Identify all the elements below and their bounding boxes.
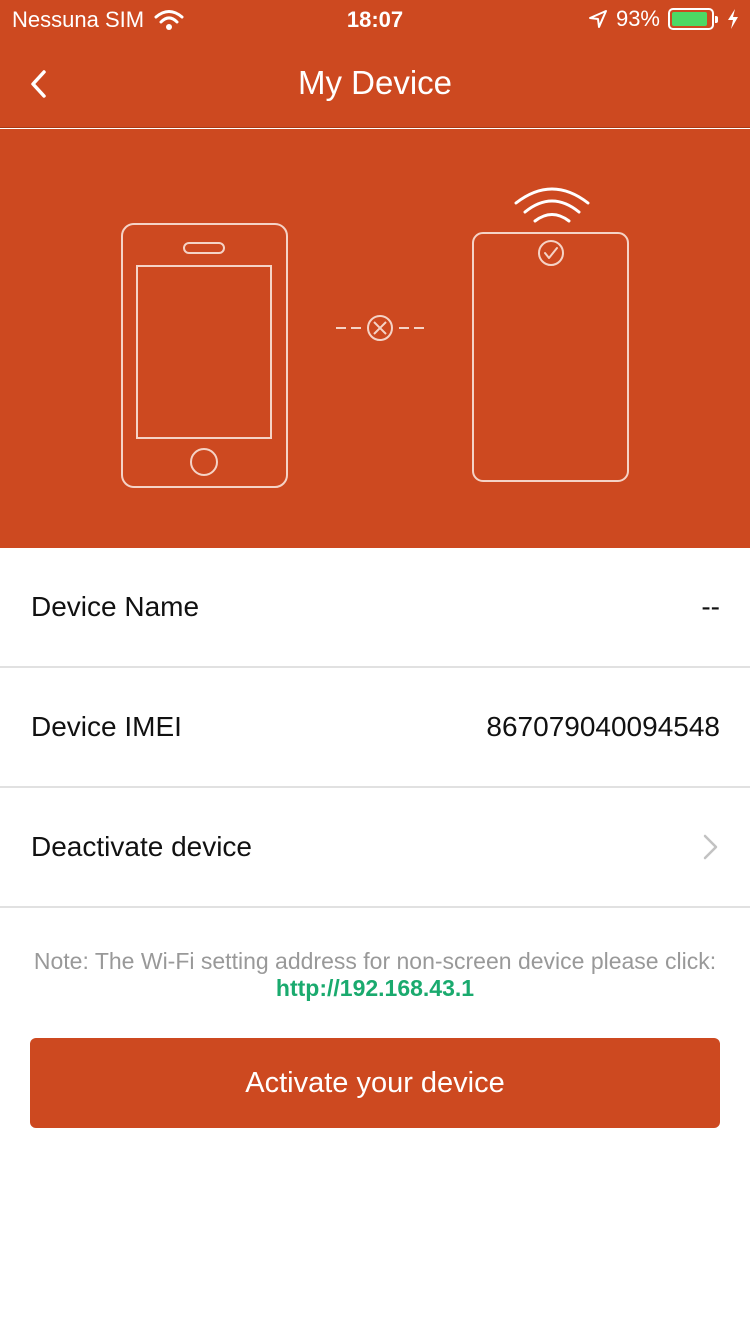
battery-level-fill — [672, 12, 708, 26]
device-imei-label: Device IMEI — [31, 711, 182, 742]
wifi-signal-icon — [514, 187, 590, 223]
location-arrow-icon — [588, 10, 607, 28]
device-name-row: Device Name -- — [0, 548, 750, 668]
check-circle-icon — [538, 240, 564, 266]
device-name-value: -- — [701, 591, 720, 622]
phone-icon — [121, 223, 288, 488]
navigation-bar: My Device — [0, 40, 750, 128]
status-bar: Nessuna SIM 18:07 93% — [0, 0, 750, 40]
device-imei-value: 867079040094548 — [486, 711, 720, 742]
activate-device-button[interactable]: Activate your device — [30, 1038, 720, 1128]
battery-icon — [668, 8, 718, 30]
status-right-group: 93% — [588, 6, 740, 32]
wifi-setting-link[interactable]: http://192.168.43.1 — [276, 975, 474, 1001]
device-connection-illustration — [0, 129, 750, 548]
device-name-label: Device Name — [31, 591, 200, 622]
illustration-svg — [121, 187, 629, 488]
wifi-setting-note: Note: The Wi-Fi setting address for non-… — [30, 948, 720, 1002]
disconnected-x-icon — [336, 315, 424, 341]
tablet-device-icon — [472, 232, 629, 482]
page-title: My Device — [297, 64, 453, 101]
note-text: Note: The Wi-Fi setting address for non-… — [33, 948, 717, 974]
device-info-list: Device Name -- Device IMEI 8670790400945… — [0, 548, 750, 908]
deactivate-device-row[interactable]: Deactivate device — [0, 788, 750, 908]
battery-percent: 93% — [615, 6, 660, 31]
charging-bolt-icon — [728, 9, 738, 29]
device-imei-row: Device IMEI 867079040094548 — [0, 668, 750, 788]
deactivate-device-label: Deactivate device — [31, 831, 253, 862]
chevron-right-icon — [703, 834, 718, 860]
